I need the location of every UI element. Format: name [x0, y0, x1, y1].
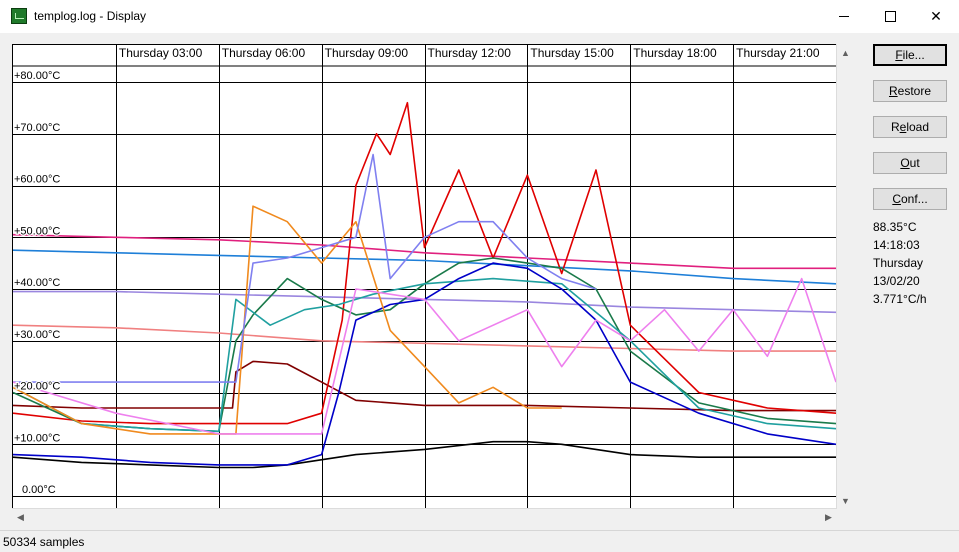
maximize-icon [884, 11, 896, 22]
series-line [13, 101, 836, 425]
x-tick-label: Thursday 06:00 [222, 46, 306, 60]
readout-temperature: 88.35°C [873, 220, 917, 234]
title-bar: templog.log - Display ✕ [0, 0, 959, 33]
readout-time: 14:18:03 [873, 238, 920, 252]
conf-button[interactable]: Conf... [873, 188, 947, 210]
maximize-button[interactable] [867, 0, 913, 33]
x-tick-label: Thursday 21:00 [736, 46, 820, 60]
x-tick-label: Thursday 18:00 [633, 46, 717, 60]
chart-area[interactable]: Thursday 03:00 Thursday 06:00 Thursday 09:… [12, 44, 837, 509]
x-tick-label: Thursday 03:00 [119, 46, 203, 60]
y-tick-label: +20.00°C [14, 381, 60, 393]
series-line [13, 205, 562, 435]
series-line [13, 360, 836, 412]
y-tick-label: +60.00°C [14, 174, 60, 186]
close-button[interactable]: ✕ [913, 0, 959, 33]
series-line [13, 324, 836, 352]
scroll-left-icon[interactable]: ◀ [12, 509, 29, 526]
readout-date: 13/02/20 [873, 274, 920, 288]
vertical-scrollbar[interactable]: ▲ ▼ [836, 44, 854, 509]
readout-day: Thursday [873, 256, 924, 270]
y-tick-label: +70.00°C [14, 122, 60, 134]
reload-button[interactable]: Reload [873, 116, 947, 138]
close-icon: ✕ [930, 8, 942, 24]
horizontal-scrollbar[interactable]: ◀ ▶ [12, 508, 837, 526]
scroll-right-icon[interactable]: ▶ [820, 509, 837, 526]
restore-button[interactable]: Restore [873, 80, 947, 102]
sample-count: 50334 samples [3, 535, 85, 549]
scroll-down-icon[interactable]: ▼ [837, 492, 854, 509]
app-icon [11, 8, 27, 24]
y-tick-label: +40.00°C [14, 277, 60, 289]
minimize-button[interactable] [821, 0, 867, 33]
minimize-icon [839, 16, 849, 17]
y-tick-label: 0.00°C [22, 484, 56, 496]
x-tick-label: Thursday 12:00 [428, 46, 512, 60]
series-line [13, 290, 836, 314]
x-tick-label: Thursday 09:00 [325, 46, 409, 60]
y-tick-label: +50.00°C [14, 225, 60, 237]
x-tick-label: Thursday 15:00 [530, 46, 614, 60]
y-tick-label: +10.00°C [14, 432, 60, 444]
series-line [13, 153, 597, 383]
series-line [13, 233, 836, 270]
status-bar: 50334 samples [0, 530, 959, 552]
y-tick-label: +80.00°C [14, 70, 60, 82]
temperature-chart: Thursday 03:00 Thursday 06:00 Thursday 09:… [13, 45, 836, 508]
file-button[interactable]: File... [873, 44, 947, 66]
series-line [13, 440, 836, 469]
y-tick-label: +30.00°C [14, 329, 60, 341]
window-title: templog.log - Display [34, 9, 147, 23]
out-button[interactable]: Out [873, 152, 947, 174]
readout-rate: 3.771°C/h [873, 292, 927, 306]
scroll-up-icon[interactable]: ▲ [837, 44, 854, 61]
series-line [13, 262, 836, 466]
